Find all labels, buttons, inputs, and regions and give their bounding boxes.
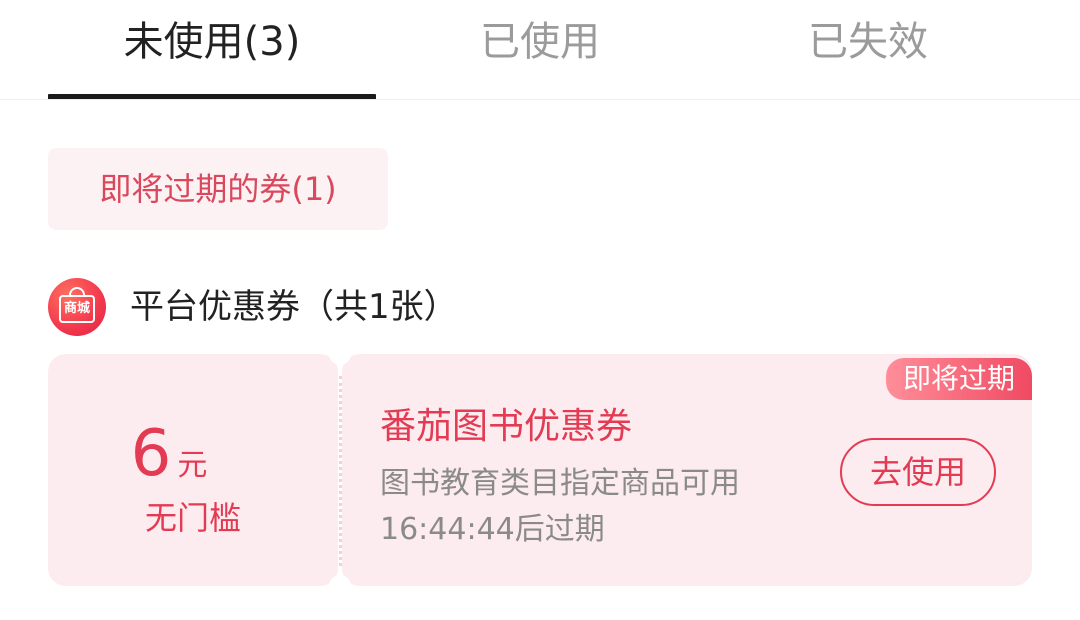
coupon-amount: 6元 — [0, 416, 338, 492]
coupon-amount-value: 6 — [130, 417, 172, 491]
tab-unused[interactable]: 未使用(3) — [48, 14, 376, 70]
coupon-scope: 图书教育类目指定商品可用 — [380, 466, 740, 501]
coupon-page: 未使用(3) 已使用 已失效 即将过期的券(1) 商城 平台优惠券（共1张） 6… — [0, 0, 1080, 620]
tab-bar: 未使用(3) 已使用 已失效 — [0, 0, 1080, 100]
mall-icon-label: 商城 — [63, 301, 90, 316]
coupon-notch-top — [329, 343, 351, 365]
coupon-amount-unit: 元 — [177, 448, 208, 483]
tab-expired[interactable]: 已失效 — [704, 14, 1032, 70]
mall-icon: 商城 — [48, 278, 106, 336]
expiring-soon-badge: 即将过期 — [886, 358, 1032, 400]
coupon-notch-bottom — [329, 575, 351, 597]
coupon-name: 番茄图书优惠券 — [380, 406, 633, 447]
section-title: 平台优惠券（共1张） — [130, 287, 458, 327]
coupon-expiry: 16:44:44后过期 — [380, 512, 605, 547]
coupon-condition: 无门槛 — [144, 499, 241, 537]
expiring-soon-filter-chip[interactable]: 即将过期的券(1) — [48, 148, 388, 230]
use-coupon-button[interactable]: 去使用 — [840, 438, 996, 506]
tab-used[interactable]: 已使用 — [376, 14, 704, 70]
expiring-soon-filter-label: 即将过期的券(1) — [99, 170, 337, 208]
tab-divider — [0, 99, 1080, 100]
